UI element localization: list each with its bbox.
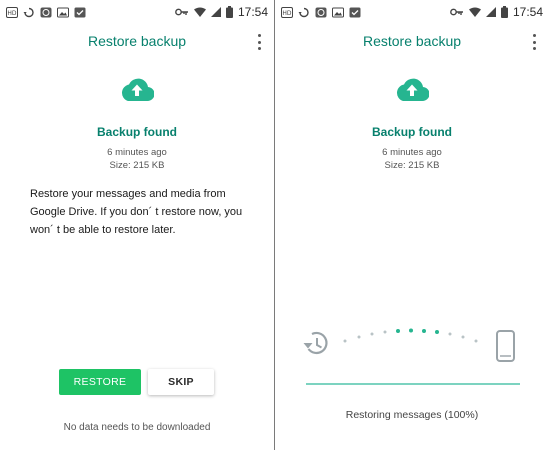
right-screen: HD 17:54 Restore backup Backup found 6 m…: [275, 0, 549, 450]
restore-message: Restore your messages and media from Goo…: [30, 188, 243, 236]
hd-icon: HD: [281, 6, 293, 18]
history-icon: [303, 331, 328, 355]
battery-icon: [500, 6, 508, 18]
phone-icon: [496, 330, 515, 362]
signal-icon: [210, 7, 221, 17]
svg-text:HD: HD: [282, 10, 292, 17]
backup-found-label: Backup found: [372, 125, 452, 139]
overflow-menu-icon[interactable]: [530, 34, 538, 50]
restore-button[interactable]: RESTORE: [59, 369, 141, 395]
overflow-menu-icon[interactable]: [255, 34, 263, 50]
page-title: Restore backup: [362, 33, 462, 49]
status-bar: HD 17:54: [275, 0, 549, 24]
image-icon: [57, 7, 69, 17]
restore-progress-fill: [306, 383, 520, 385]
backup-size: Size: 215 KB: [109, 160, 165, 171]
download-footnote: No data needs to be downloaded: [63, 422, 211, 433]
signal-icon: [485, 7, 496, 17]
key-icon: [175, 8, 188, 16]
backup-time: 6 minutes ago: [382, 147, 442, 158]
backup-time: 6 minutes ago: [107, 147, 167, 158]
status-bar: HD 17:54: [0, 0, 274, 24]
wifi-icon: [468, 7, 481, 17]
status-time: 17:54: [512, 5, 543, 19]
check-icon: [349, 7, 361, 17]
whatsapp-icon: [40, 7, 52, 17]
sync-icon: [23, 7, 34, 17]
hd-icon: HD: [6, 6, 18, 18]
backup-size: Size: 215 KB: [384, 160, 440, 171]
image-icon: [332, 7, 344, 17]
cloud-upload-icon: [121, 78, 154, 102]
status-time: 17:54: [237, 5, 268, 19]
skip-button[interactable]: SKIP: [148, 369, 214, 395]
battery-icon: [225, 6, 233, 18]
page-title: Restore backup: [87, 33, 187, 49]
app-bar: Restore backup: [0, 28, 274, 56]
check-icon: [74, 7, 86, 17]
svg-text:HD: HD: [7, 10, 17, 17]
restore-animation: [303, 328, 515, 362]
backup-found-label: Backup found: [97, 125, 177, 139]
whatsapp-icon: [315, 7, 327, 17]
app-bar: Restore backup: [275, 28, 549, 56]
transfer-dots: [343, 328, 478, 343]
key-icon: [450, 8, 463, 16]
sync-icon: [298, 7, 309, 17]
restore-progress-bar: [306, 383, 520, 385]
left-screen: HD 17:54 Restore backup Backup found 6 m…: [0, 0, 274, 450]
cloud-upload-icon: [396, 78, 429, 102]
restore-status: Restoring messages (100%): [345, 409, 479, 421]
wifi-icon: [193, 7, 206, 17]
